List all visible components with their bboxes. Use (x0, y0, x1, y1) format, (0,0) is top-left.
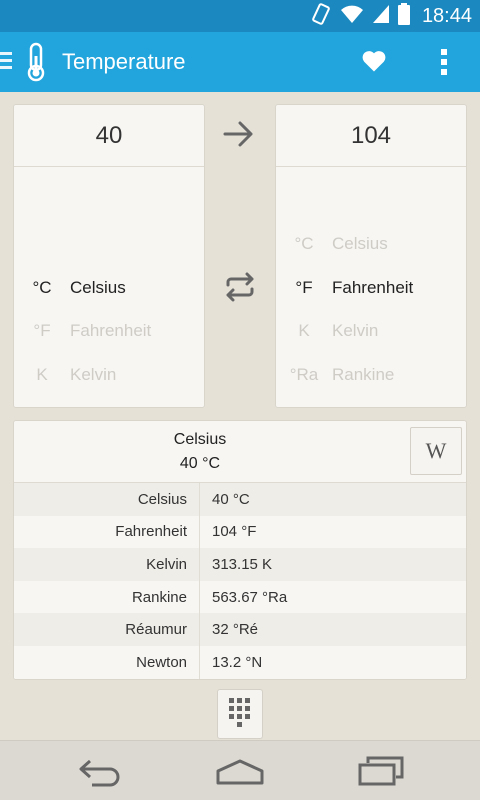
from-unit-celsius[interactable]: °C Celsius (14, 273, 204, 303)
unit-name: Rankine (332, 365, 395, 384)
status-icons: 18:44 (310, 0, 472, 32)
from-unit-card: 40 °C Celsius °F Fahrenheit K Kelvin (13, 104, 205, 408)
unit-symbol: °F (295, 278, 313, 297)
row-unit: Celsius (14, 483, 200, 516)
table-row: Newton 13.2 °N (14, 645, 466, 679)
table-row: Réaumur 32 °Ré (14, 613, 466, 646)
info-unit-name: Celsius (173, 431, 227, 448)
to-unit-celsius[interactable]: °C Celsius (276, 229, 466, 259)
table-row: Rankine 563.67 °Ra (14, 580, 466, 614)
unit-symbol: °Ra (289, 365, 319, 384)
to-unit-kelvin[interactable]: K Kelvin (276, 316, 466, 346)
page-title: Temperature (62, 49, 186, 74)
rotation-icon (310, 2, 332, 30)
status-time: 18:44 (421, 4, 472, 27)
from-unit-fahrenheit[interactable]: °F Fahrenheit (14, 316, 204, 346)
row-unit: Newton (14, 645, 200, 679)
row-value: 313.15 K (212, 555, 273, 573)
unit-name: Fahrenheit (332, 278, 414, 297)
keypad-icon (227, 697, 253, 732)
recent-apps-icon[interactable] (358, 755, 404, 792)
keypad-toggle-button[interactable] (217, 689, 263, 739)
to-value-output: 104 (276, 105, 466, 167)
to-unit-fahrenheit[interactable]: °F Fahrenheit (276, 273, 466, 303)
thermometer-icon (24, 42, 48, 87)
battery-icon (397, 2, 410, 30)
status-bar: 18:44 (0, 0, 480, 32)
to-unit-rankine[interactable]: °Ra Rankine (276, 360, 466, 390)
row-unit: Rankine (14, 580, 200, 614)
table-row: Celsius 40 °C (14, 483, 466, 516)
overflow-menu-icon[interactable] (436, 46, 452, 83)
row-value: 40 °C (212, 490, 250, 508)
unit-name: Kelvin (332, 321, 379, 340)
table-row: Kelvin 313.15 K (14, 548, 466, 581)
from-unit-kelvin[interactable]: K Kelvin (14, 360, 204, 390)
wifi-icon (340, 4, 364, 29)
drawer-indicator-icon[interactable] (0, 52, 12, 73)
home-icon[interactable] (216, 755, 264, 792)
signal-icon (372, 4, 390, 29)
row-value: 13.2 °N (212, 653, 263, 671)
unit-symbol: K (298, 321, 310, 340)
row-value: 563.67 °Ra (212, 588, 288, 606)
unit-name: Kelvin (70, 365, 117, 384)
back-icon[interactable] (78, 755, 122, 792)
heart-icon[interactable] (360, 47, 388, 80)
from-value-input[interactable]: 40 (14, 105, 204, 167)
row-unit: Kelvin (14, 548, 200, 581)
arrow-right-icon (222, 118, 256, 155)
unit-symbol: °C (294, 234, 314, 253)
unit-symbol: °F (33, 321, 51, 340)
unit-symbol: K (36, 365, 48, 384)
unit-name: Fahrenheit (70, 321, 152, 340)
row-value: 104 °F (212, 523, 257, 541)
conversion-info-card: Celsius 40 °C W Celsius 40 °C Fahrenheit… (13, 420, 467, 680)
to-unit-card: 104 °C Celsius °F Fahrenheit K Kelvin °R… (275, 104, 467, 408)
info-unit-value: 40 °C (179, 455, 221, 472)
system-nav-bar (0, 740, 480, 800)
table-row: Fahrenheit 104 °F (14, 515, 466, 549)
swap-icon[interactable] (222, 272, 258, 307)
app-bar: Temperature (0, 32, 480, 92)
wikipedia-button[interactable]: W (410, 427, 462, 475)
unit-name: Celsius (332, 234, 388, 253)
row-value: 32 °Ré (212, 621, 259, 639)
conversion-table: Celsius 40 °C Fahrenheit 104 °F Kelvin 3… (14, 483, 466, 679)
row-unit: Fahrenheit (14, 515, 200, 549)
unit-name: Celsius (70, 278, 126, 297)
row-unit: Réaumur (14, 613, 200, 646)
unit-symbol: °C (32, 278, 52, 297)
info-header: Celsius 40 °C W (14, 421, 466, 483)
